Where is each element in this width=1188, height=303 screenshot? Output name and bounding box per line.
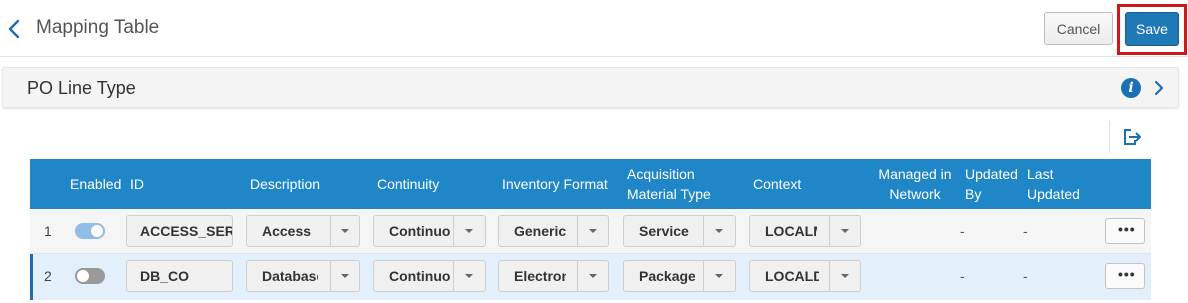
col-last-updated[interactable]: Last Updated — [1027, 164, 1089, 204]
col-updated-by[interactable]: Updated By — [965, 164, 1023, 204]
chevron-down-icon — [715, 274, 723, 278]
id-field[interactable]: ACCESS_SERVICE — [126, 215, 233, 247]
material-type-select[interactable]: Package — [623, 260, 736, 292]
material-type-select[interactable]: Service — [623, 215, 736, 247]
col-managed-in-network[interactable]: Managed in Network — [875, 164, 955, 204]
material-type-value: Service — [639, 223, 689, 239]
updated-by-value: - — [960, 268, 965, 284]
section-title: PO Line Type — [27, 78, 136, 98]
context-select[interactable]: LOCALMATERIAL — [749, 215, 861, 247]
export-icon[interactable] — [1121, 126, 1143, 148]
chevron-down-icon — [715, 229, 723, 233]
context-select[interactable]: LOCALDATA — [749, 260, 861, 292]
description-select[interactable]: Database — [246, 260, 360, 292]
cancel-button[interactable]: Cancel — [1044, 12, 1113, 45]
chevron-down-icon — [465, 274, 473, 278]
chevron-down-icon — [589, 229, 597, 233]
description-select[interactable]: Access Service — [246, 215, 360, 247]
continuity-select[interactable]: Continuous — [373, 215, 486, 247]
table-row[interactable]: 1 ACCESS_SERVICE Access Service Continuo… — [30, 209, 1151, 254]
last-updated-value: - — [1023, 223, 1028, 239]
last-updated-value: - — [1023, 268, 1028, 284]
info-icon[interactable]: i — [1121, 78, 1141, 98]
col-material-type[interactable]: Acquisition Material Type — [627, 164, 737, 204]
chevron-down-icon — [589, 274, 597, 278]
chevron-down-icon — [465, 229, 473, 233]
inventory-format-value: Electronic — [514, 268, 566, 284]
continuity-select[interactable]: Continuous — [373, 260, 486, 292]
description-value: Access Service — [262, 223, 314, 239]
continuity-value: Continuous — [389, 223, 451, 239]
chevron-down-icon — [341, 229, 349, 233]
save-button[interactable]: Save — [1125, 12, 1179, 46]
chevron-right-icon[interactable] — [1152, 79, 1166, 97]
row-actions-button[interactable]: ••• — [1105, 263, 1145, 289]
row-number: 2 — [44, 268, 52, 284]
chevron-down-icon — [841, 274, 849, 278]
description-value: Database — [262, 268, 318, 284]
table-header: Enabled ID Description Continuity Invent… — [30, 159, 1151, 209]
inventory-format-select[interactable]: Electronic — [498, 260, 609, 292]
col-context[interactable]: Context — [753, 174, 801, 194]
page-title: Mapping Table — [36, 17, 160, 38]
chevron-left-icon[interactable] — [5, 17, 25, 41]
save-highlight-box: Save — [1117, 4, 1187, 55]
chevron-down-icon — [341, 274, 349, 278]
ellipsis-icon: ••• — [1118, 266, 1136, 282]
updated-by-value: - — [960, 223, 965, 239]
col-description[interactable]: Description — [250, 174, 320, 194]
inventory-format-value: Generic — [514, 223, 567, 239]
enabled-toggle[interactable] — [75, 223, 105, 239]
col-id[interactable]: ID — [130, 174, 144, 194]
chevron-down-icon — [841, 229, 849, 233]
col-inventory-format[interactable]: Inventory Format — [502, 174, 608, 194]
section-bar[interactable]: PO Line Type i — [2, 67, 1179, 108]
inventory-format-select[interactable]: Generic — [498, 215, 609, 247]
page-header: Mapping Table Cancel Save — [0, 0, 1188, 57]
context-value: LOCALDATA — [765, 268, 819, 284]
enabled-toggle[interactable] — [75, 268, 105, 284]
ellipsis-icon: ••• — [1118, 221, 1136, 237]
material-type-value: Package — [639, 268, 695, 284]
row-number: 1 — [44, 223, 52, 239]
context-value: LOCALMATERIAL — [765, 223, 817, 239]
toolbar-divider — [1109, 121, 1110, 153]
continuity-value: Continuous — [389, 268, 451, 284]
row-actions-button[interactable]: ••• — [1105, 218, 1145, 244]
table-row[interactable]: 2 DB_CO Database Continuous Electronic P… — [30, 254, 1151, 300]
col-enabled[interactable]: Enabled — [70, 174, 121, 194]
col-continuity[interactable]: Continuity — [377, 174, 439, 194]
id-field[interactable]: DB_CO — [126, 260, 233, 292]
